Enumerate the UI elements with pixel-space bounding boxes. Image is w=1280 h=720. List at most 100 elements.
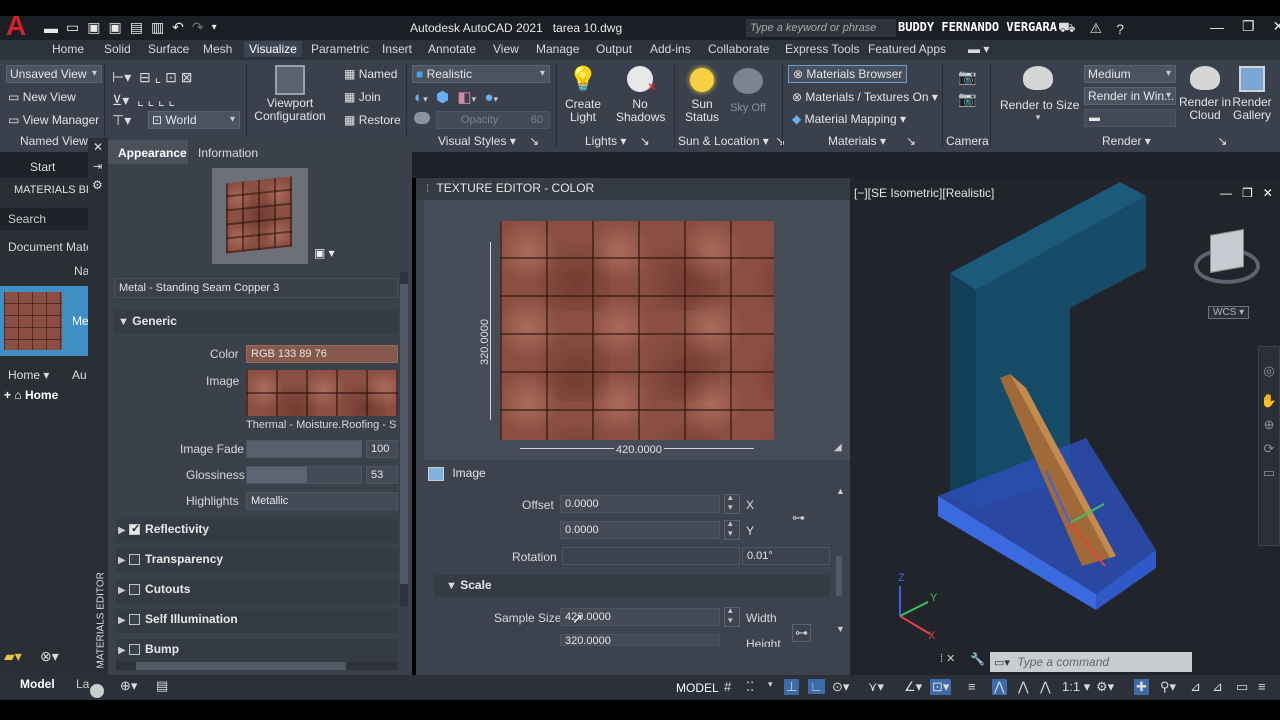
sample-width-spinner[interactable] [724, 605, 740, 627]
panel-named-views[interactable]: Named Views [20, 134, 94, 148]
layout-tab-model[interactable]: Model [20, 677, 55, 691]
model-space-button[interactable]: MODEL [676, 681, 719, 695]
highlights-combo[interactable]: Metallic [246, 492, 398, 510]
panel-visual-styles[interactable]: Visual Styles ▾ ↘ [438, 134, 539, 148]
no-shadows-button[interactable]: ✕ No Shadows [616, 66, 665, 124]
scale-section-header[interactable]: ▼ Scale [434, 575, 830, 597]
redo-icon[interactable]: ↷ [192, 19, 204, 36]
transparency-checkbox[interactable] [129, 554, 141, 566]
world-combo[interactable]: ⊡ World [148, 111, 240, 129]
annotation-scale-icon[interactable]: ⋀ [1040, 679, 1051, 695]
tab-mesh[interactable]: Mesh [203, 42, 232, 56]
tab-manage[interactable]: Manage [536, 42, 579, 56]
camera-icon[interactable]: 📷 [958, 90, 977, 108]
new-file-icon[interactable]: ▬ [44, 20, 58, 36]
layout-tab-layout[interactable]: La [76, 677, 89, 691]
pan-icon[interactable]: ✋ [1259, 393, 1279, 409]
create-light-button[interactable]: 💡 Create Light [562, 66, 604, 124]
sun-status-button[interactable]: Sun Status [682, 66, 722, 124]
ucs-named-icon[interactable]: ⊟ [139, 69, 151, 85]
shadow-display-icon[interactable]: ● [484, 89, 493, 106]
visual-style-combo[interactable]: ■ Realistic [412, 65, 550, 83]
image-fade-slider[interactable] [246, 440, 362, 458]
palette-close-icon[interactable]: ✕ [93, 140, 103, 154]
material-name-field[interactable]: Metal - Standing Seam Copper 3 [114, 278, 398, 298]
autocad-logo[interactable]: A [6, 10, 34, 41]
offset-link-icon[interactable]: ⊶ [792, 510, 805, 526]
minimize-icon[interactable]: — [1210, 19, 1224, 35]
command-close-icon[interactable]: ⁞ ✕ [940, 652, 955, 665]
bump-checkbox[interactable] [129, 644, 141, 656]
reflectivity-checkbox[interactable] [129, 522, 140, 536]
section-transparency[interactable]: ▶ Transparency [116, 549, 398, 573]
units-icon[interactable]: ⚲▾ [1160, 679, 1176, 695]
tab-appearance[interactable]: Appearance [108, 140, 188, 164]
tab-collaborate[interactable]: Collaborate [708, 42, 769, 56]
xray-icon[interactable]: ⬢ [436, 89, 449, 106]
library-home-combo[interactable]: Home ▾ [8, 368, 49, 382]
customization-icon[interactable]: ≡ [1258, 679, 1266, 694]
view-manager-button[interactable]: ▭ View Manager [8, 113, 99, 127]
material-mapping-button[interactable]: ◆ Material Mapping ▾ [792, 112, 906, 126]
panel-materials[interactable]: Materials ▾ ↘ [828, 134, 916, 148]
materials-browser-button[interactable]: ⊗ Materials Browser [788, 65, 908, 83]
generic-section-header[interactable]: ▼ Generic [114, 310, 398, 334]
isodraft-icon[interactable]: ⋎▾ [868, 679, 884, 695]
undo-icon[interactable]: ↶ [172, 19, 184, 36]
editor-scrollbar[interactable] [400, 272, 408, 606]
tab-start[interactable]: Start [30, 160, 55, 174]
rotation-slider[interactable] [562, 547, 740, 565]
browser-search-input[interactable]: Search [0, 208, 88, 230]
object-snap-icon[interactable]: ⊡▾ [930, 679, 952, 695]
tab-information[interactable]: Information [198, 146, 258, 160]
image-section-header[interactable]: Image [428, 466, 486, 481]
tab-view[interactable]: View [493, 42, 519, 56]
restore-icon[interactable]: ❐ [1242, 18, 1255, 35]
cart-icon[interactable]: ⛟ [1058, 19, 1076, 38]
section-bump[interactable]: ▶ Bump [116, 639, 398, 663]
render-quality-combo[interactable]: Medium [1084, 65, 1176, 83]
tab-parametric[interactable]: Parametric [311, 42, 369, 56]
panel-render[interactable]: Render ▾ ↘ [1102, 134, 1227, 148]
offset-y-field[interactable]: 0.0000 [560, 521, 720, 539]
snap-icon[interactable]: ⁚⁚ [746, 679, 754, 695]
texture-scrollbar[interactable]: ▲ ▼ [836, 486, 845, 650]
quick-properties-icon[interactable]: ⊿ [1190, 679, 1201, 695]
web-mobile-icon[interactable]: ▤ [130, 19, 143, 36]
new-view-button[interactable]: ▭ New View [8, 90, 76, 104]
sample-width-field[interactable]: 420.0000 [560, 608, 720, 626]
self-illumination-checkbox[interactable] [129, 614, 141, 626]
ortho-icon[interactable]: ∟ [808, 679, 825, 694]
close-icon[interactable]: ✕ [1273, 18, 1280, 35]
named-viewports-button[interactable]: ▦ Named [344, 67, 397, 81]
material-list-item[interactable]: Me [0, 286, 89, 356]
object-snap-tracking-icon[interactable]: ∠▾ [904, 679, 922, 695]
command-customize-icon[interactable]: 🔧 [970, 652, 985, 666]
showmotion-icon[interactable]: ▭ [1259, 465, 1279, 481]
account-icon[interactable]: ⚠ [1090, 20, 1103, 37]
glossiness-value[interactable]: 53 [366, 466, 398, 484]
offset-x-spinner[interactable] [724, 492, 740, 514]
customize-qat-icon[interactable]: ▾ [212, 22, 217, 33]
library-home-tree-item[interactable]: + ⌂ Home [4, 388, 58, 402]
annotation-monitor-icon[interactable]: ✚ [1134, 679, 1149, 695]
render-output-field[interactable]: ▬ [1084, 109, 1176, 127]
image-fade-value[interactable]: 100 [366, 440, 398, 458]
model-viewport[interactable]: [−][SE Isometric][Realistic] — ❐ ✕ X Y Z… [850, 178, 1280, 675]
orbit-icon[interactable]: ⟳ [1259, 441, 1279, 457]
user-name[interactable]: BUDDY FERNANDO VERGARA [898, 20, 1057, 34]
editor-h-scrollbar[interactable] [116, 662, 398, 670]
color-field[interactable]: RGB 133 89 76 [246, 345, 398, 363]
ucs-x-icon[interactable]: ⌞ [137, 92, 144, 108]
section-self-illumination[interactable]: ▶ Self Illumination [116, 609, 398, 633]
ucs-zaxis-icon[interactable]: ⌞ [168, 92, 175, 108]
tab-home[interactable]: Home [52, 42, 84, 56]
render-to-size-button[interactable]: Render to Size ▾ [1000, 66, 1079, 123]
sky-off-button[interactable]: Sky Off [726, 68, 770, 114]
open-file-icon[interactable]: ▭ [66, 19, 79, 36]
panel-camera[interactable]: Camera [946, 134, 989, 148]
preview-options-icon[interactable]: ▣ ▾ [314, 246, 335, 260]
texture-preview[interactable] [500, 221, 774, 440]
zoom-icon[interactable]: ⊕ [1259, 417, 1279, 433]
tab-output[interactable]: Output [596, 42, 632, 56]
